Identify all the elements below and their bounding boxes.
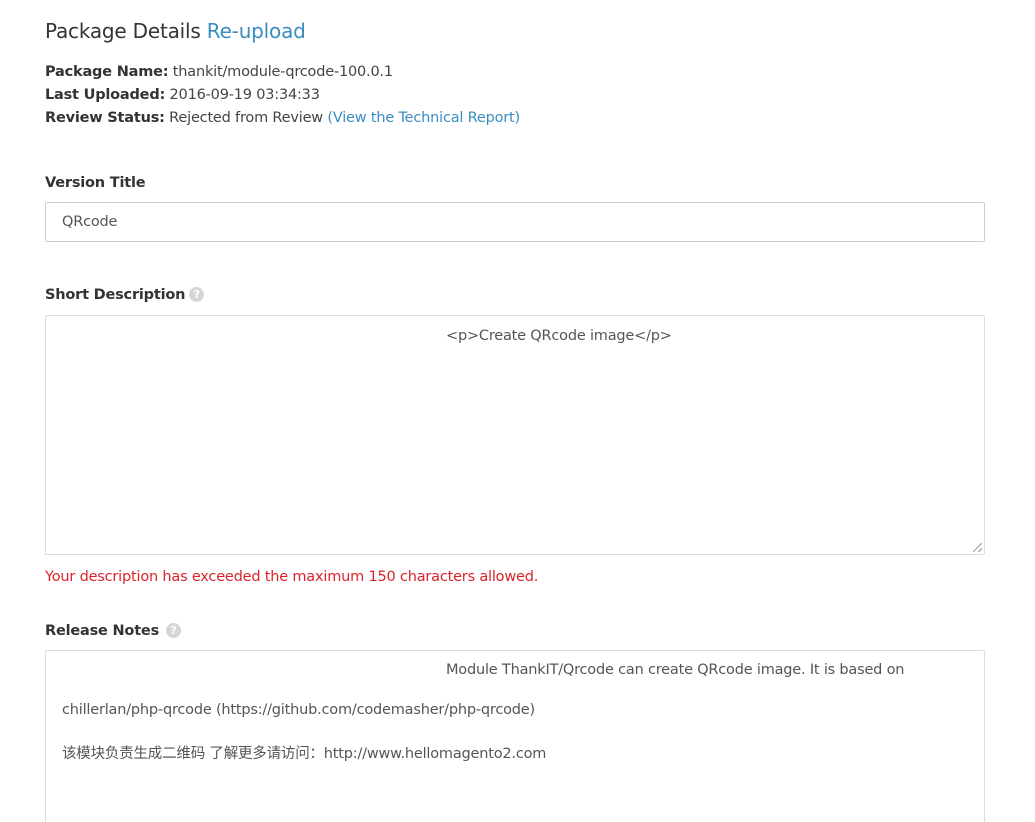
release-notes-label: Release Notes? bbox=[45, 623, 181, 639]
question-circle-icon[interactable]: ? bbox=[189, 287, 205, 302]
last-uploaded-value: 2016-09-19 03:34:33 bbox=[169, 87, 320, 103]
version-title-label: Version Title bbox=[45, 175, 146, 191]
short-description-textarea[interactable]: <p>Create QRcode image</p> bbox=[45, 315, 985, 555]
package-name-row: Package Name: thankit/module-qrcode-100.… bbox=[45, 64, 393, 80]
short-description-label-text: Short Description bbox=[45, 287, 186, 303]
review-status-row: Review Status: Rejected from Review (Vie… bbox=[45, 110, 520, 126]
page-title: Package Details Re-upload bbox=[45, 19, 306, 43]
reupload-link[interactable]: Re-upload bbox=[207, 19, 306, 43]
release-notes-textarea[interactable]: Module ThankIT/Qrcode can create QRcode … bbox=[45, 650, 985, 822]
package-name-label: Package Name: bbox=[45, 64, 169, 80]
short-description-text: <p>Create QRcode image</p> bbox=[446, 328, 672, 344]
technical-report-link[interactable]: (View the Technical Report) bbox=[327, 110, 520, 126]
package-details-page: Package Details Re-upload Package Name: … bbox=[0, 0, 1035, 822]
package-name-value: thankit/module-qrcode-100.0.1 bbox=[172, 64, 393, 80]
release-notes-label-text: Release Notes bbox=[45, 623, 159, 639]
release-notes-line: chillerlan/php-qrcode (https://github.co… bbox=[62, 702, 535, 718]
release-notes-line: Module ThankIT/Qrcode can create QRcode … bbox=[446, 662, 905, 678]
review-status-label: Review Status: bbox=[45, 110, 165, 126]
question-circle-icon[interactable]: ? bbox=[166, 623, 181, 638]
last-uploaded-row: Last Uploaded: 2016-09-19 03:34:33 bbox=[45, 87, 320, 103]
short-description-label: Short Description? bbox=[45, 287, 205, 303]
version-title-input[interactable]: QRcode bbox=[45, 202, 985, 242]
review-status-value: Rejected from Review bbox=[169, 110, 323, 126]
release-notes-line: 该模块负责生成二维码 了解更多请访问：http://www.hellomagen… bbox=[62, 746, 547, 762]
description-error-message: Your description has exceeded the maximu… bbox=[45, 569, 539, 585]
resize-grip-icon[interactable] bbox=[973, 543, 982, 552]
last-uploaded-label: Last Uploaded: bbox=[45, 87, 166, 103]
page-title-text: Package Details bbox=[45, 19, 201, 43]
